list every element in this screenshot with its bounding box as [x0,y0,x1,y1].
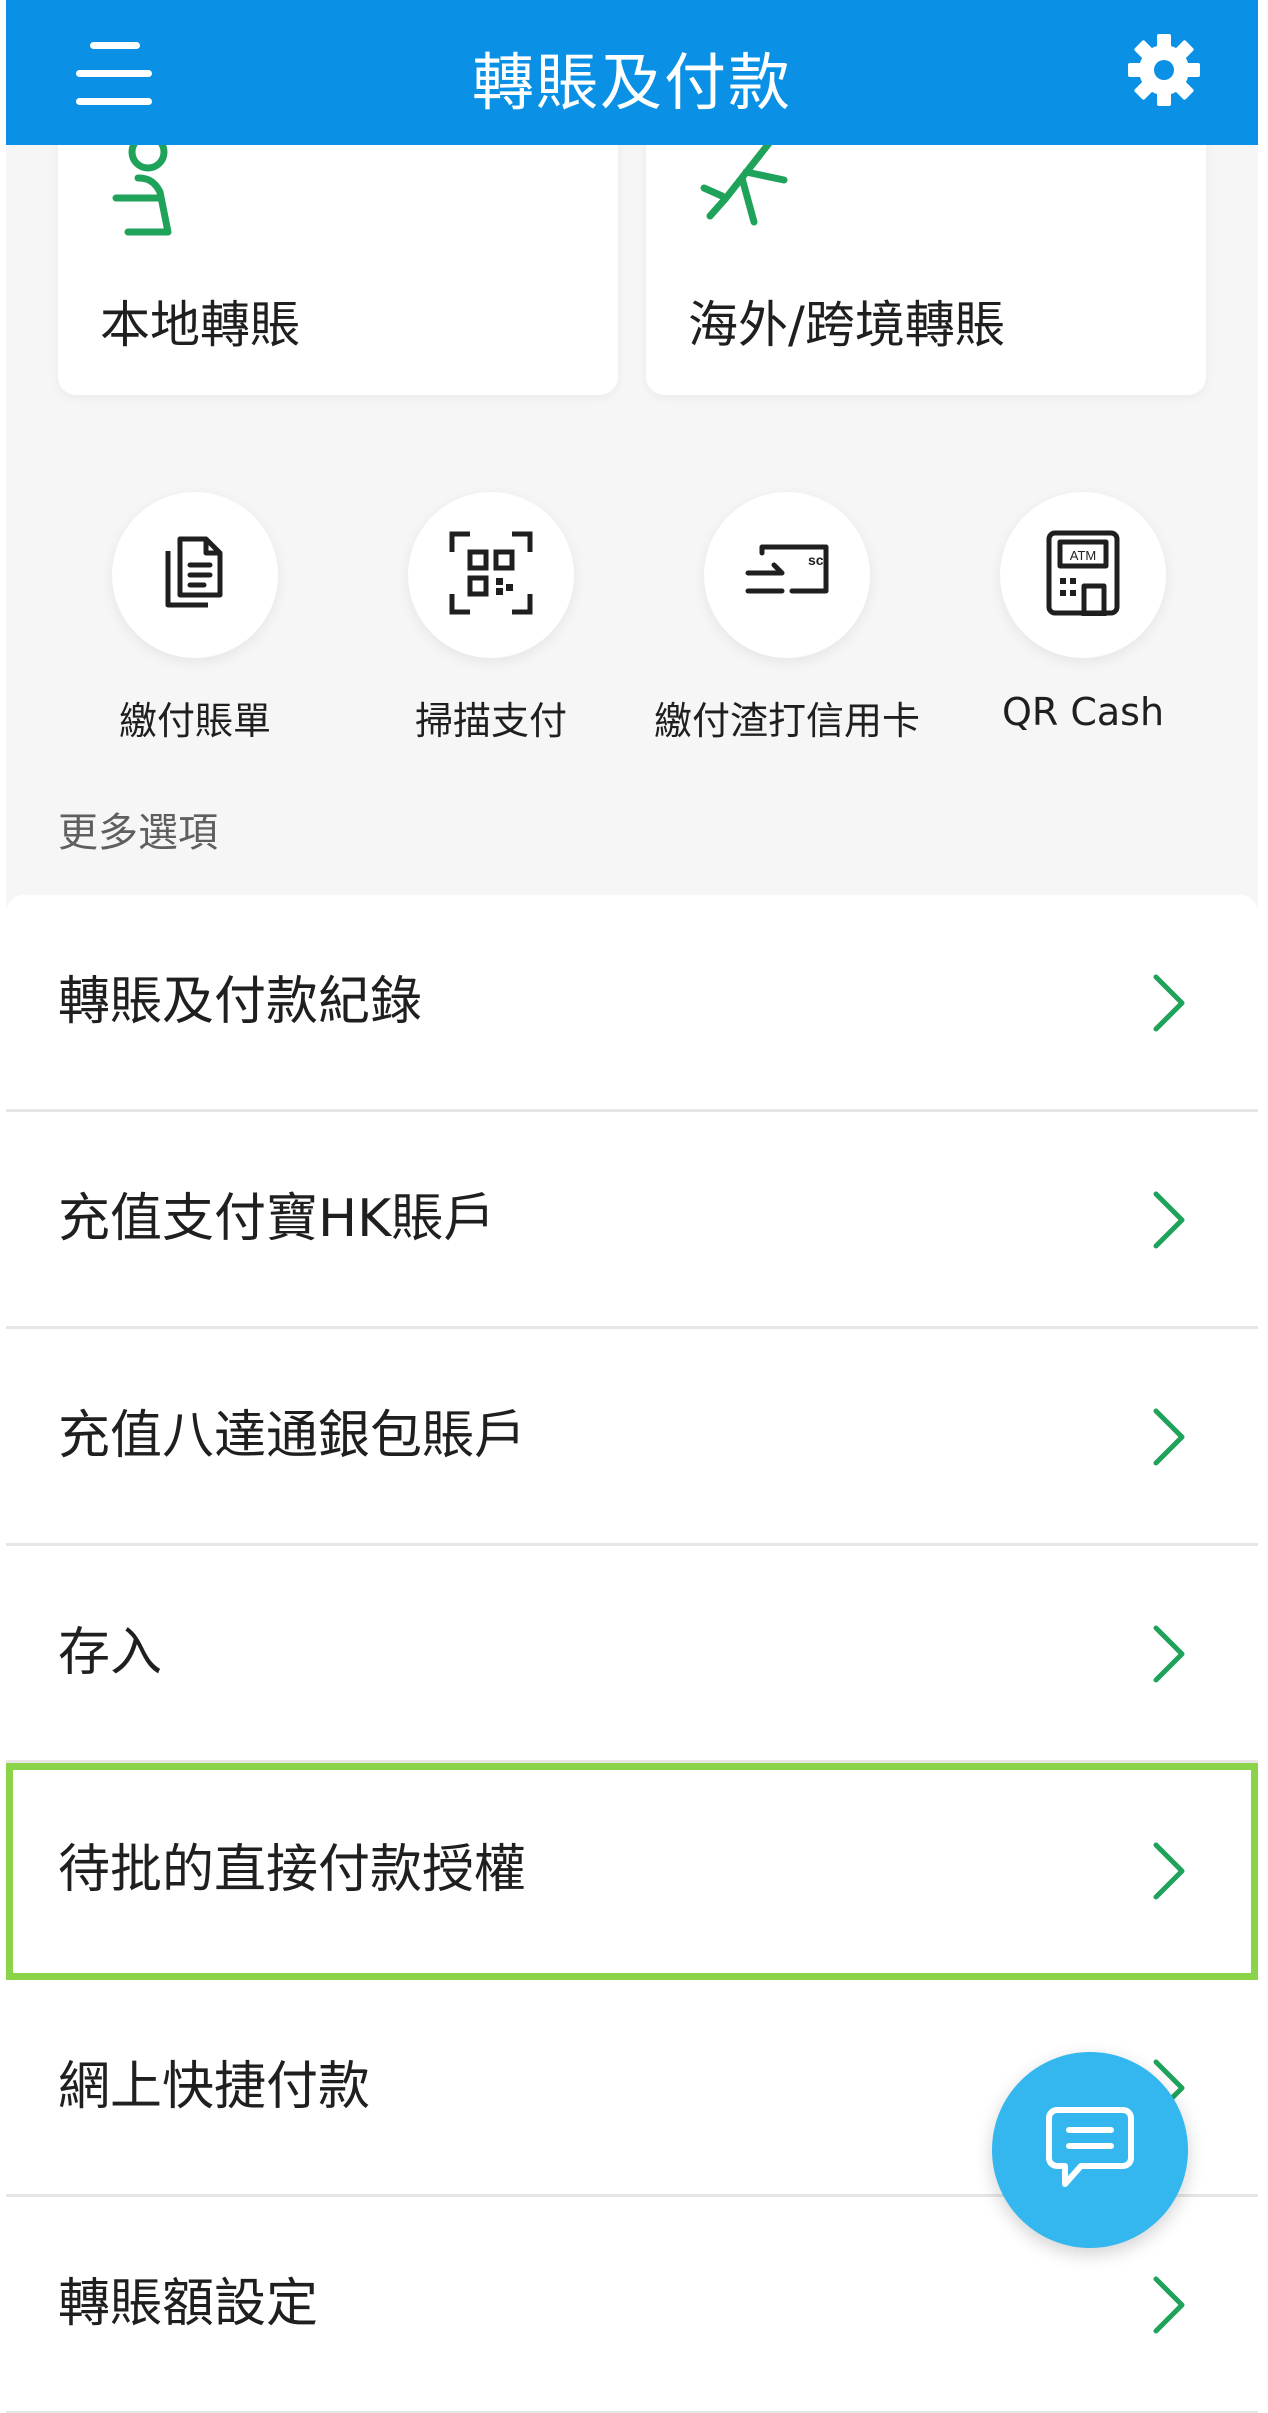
bill-document-icon [160,535,230,615]
list-item[interactable]: 存入 [6,1546,1258,1763]
quick-action-qr-cash[interactable]: ATM QR Cash [938,492,1228,734]
local-transfer-card[interactable]: 本地轉賬 [58,120,618,395]
atm-icon: ATM [1046,530,1120,620]
quick-action-label: 繳付渣打信用卡 [653,699,920,743]
list-item-label: 存入 [58,1623,163,1683]
chat-button[interactable] [992,2052,1188,2248]
atm-text: ATM [1070,548,1096,563]
qr-scan-icon [448,530,534,620]
card-label: 本地轉賬 [100,296,300,354]
sc-credit-card-icon: sc [742,543,832,607]
list-item-label: 充值八達通銀包賬戶 [58,1406,527,1466]
quick-action-label: 掃描支付 [414,699,567,743]
list-item[interactable]: 充值支付寶HK賬戶 [6,1112,1258,1329]
chat-bubble-icon [1045,2106,1135,2194]
list-item[interactable]: 轉賬及付款紀錄 [6,895,1258,1112]
quick-action-pay-sc-credit-card[interactable]: sc 繳付渣打信用卡 [642,492,932,745]
chevron-right-icon [1153,2276,1185,2334]
list-item-highlighted[interactable]: 待批的直接付款授權 [6,1763,1258,1980]
top-app-bar: 轉賬及付款 [6,0,1258,145]
quick-action-circle [408,492,574,658]
app-screen: 轉賬及付款 本地轉賬 海外/跨境轉賬 繳付賬單 掃描支付 sc 繳付渣打信用卡 … [6,0,1258,2413]
chevron-right-icon [1153,1408,1185,1466]
chevron-right-icon [1153,1191,1185,1249]
list-item[interactable]: 充值八達通銀包賬戶 [6,1329,1258,1546]
quick-action-circle [112,492,278,658]
gear-icon[interactable] [1126,32,1202,108]
quick-action-scan-pay[interactable]: 掃描支付 [346,492,636,745]
quick-action-circle: sc [704,492,870,658]
quick-action-circle: ATM [1000,492,1166,658]
chevron-right-icon [1153,1842,1185,1900]
quick-action-pay-bills[interactable]: 繳付賬單 [50,492,340,745]
quick-action-label: 繳付賬單 [118,699,271,743]
list-item-label: 充值支付寶HK賬戶 [58,1189,496,1249]
overseas-transfer-card[interactable]: 海外/跨境轉賬 [646,120,1206,395]
chevron-right-icon [1153,974,1185,1032]
airplane-icon [696,134,796,234]
card-label: 海外/跨境轉賬 [688,296,1005,354]
page-title: 轉賬及付款 [471,46,792,119]
section-title: 更多選項 [58,810,218,856]
list-item-label: 轉賬及付款紀錄 [58,972,423,1032]
list-item-label: 網上快捷付款 [58,2057,371,2117]
sc-logo-text: sc [808,552,824,568]
chevron-right-icon [1153,1625,1185,1683]
list-item-label: 轉賬額設定 [58,2274,319,2334]
quick-action-label: QR Cash [1001,690,1165,734]
local-transfer-icon [106,132,206,236]
list-item-label: 待批的直接付款授權 [58,1840,527,1900]
